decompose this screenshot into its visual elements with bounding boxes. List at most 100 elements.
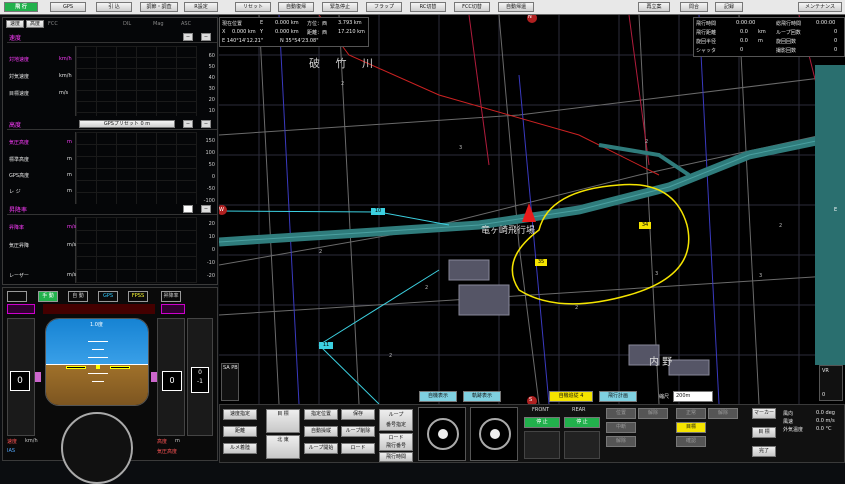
complete-button[interactable]: 完了	[752, 446, 776, 457]
grid-btn-pause[interactable]: 中断	[606, 422, 636, 433]
mode-manual[interactable]: 手 動	[38, 291, 58, 302]
r-settings-button[interactable]: R設定	[184, 2, 218, 12]
flight-plan-button[interactable]: 飛行計画	[599, 391, 637, 402]
wind-speed-label: 風速	[783, 419, 794, 425]
auto-return-button[interactable]: 自動復帰	[278, 2, 314, 12]
mode-fpss[interactable]: FPSS	[128, 291, 148, 302]
tab-mag[interactable]: Mag	[153, 21, 164, 27]
follow-aircraft-button[interactable]: 自機追従 4	[549, 391, 593, 402]
speed-readout: 0	[10, 371, 30, 391]
flight-time-label: 飛行時間	[696, 21, 717, 27]
waypoint-35[interactable]: 35	[535, 259, 547, 266]
vspeed-white-button[interactable]	[183, 205, 193, 213]
show-aircraft-button[interactable]: 自機表示	[419, 391, 457, 402]
target-side-button[interactable]: 目 標	[752, 427, 776, 438]
maintenance-button[interactable]: メンテナンス	[798, 2, 842, 12]
vspeed-graph	[75, 217, 197, 283]
speed-header: 速度 − −	[7, 32, 217, 43]
query-button[interactable]: 問合	[680, 2, 708, 12]
landing-button[interactable]: ルメ着陸	[223, 443, 257, 454]
tab-fcc[interactable]: FCC	[48, 21, 58, 27]
grid-btn-normal[interactable]: 正常	[676, 408, 706, 419]
replan-button[interactable]: 再立案	[638, 2, 670, 12]
tab-asc[interactable]: ASC	[181, 21, 191, 27]
tab-altitude[interactable]: 高度	[26, 20, 44, 28]
map-view[interactable]: 現在位置 E 0.000 km 方位：西 3.793 km X 0.000 km…	[219, 15, 845, 404]
distance-button[interactable]: 距離	[223, 426, 257, 437]
save-button[interactable]: 保存	[341, 409, 375, 420]
pfd-box	[7, 291, 27, 302]
ground-speed-unit: km/h	[59, 56, 72, 62]
altitude-bug	[151, 372, 157, 382]
baro-alt-unit: m	[67, 139, 72, 145]
vspeed-zoom-button[interactable]: −	[201, 205, 211, 213]
flight-time-button[interactable]: 飛行時間	[379, 452, 413, 462]
set-position-button[interactable]: 指定位置	[304, 409, 338, 420]
map-number: 2	[645, 139, 649, 145]
baro-alt-label: 気圧高度	[9, 140, 30, 146]
loop-start-button[interactable]: ループ開始	[304, 443, 338, 454]
map-number: 2	[341, 81, 345, 87]
top-toolbar: 飛 行 GPS 引 込 調節・調査 R設定 リセット 自動復帰 緊急停止 フラッ…	[0, 0, 845, 15]
waypoint-10[interactable]: 10	[371, 208, 385, 215]
waypoint-34[interactable]: 34	[639, 222, 651, 229]
gps-preset-button[interactable]: GPSプリセット 0 m	[79, 120, 175, 128]
flap-button[interactable]: フラップ	[366, 2, 402, 12]
northeast-button[interactable]: 北 東	[266, 435, 300, 459]
altitude-zoom-button[interactable]: −	[201, 120, 211, 128]
telemetry-panel: 速度 高度 FCC DIL Mag ASC 速度 − − 対地速度 km/h 対…	[2, 17, 218, 285]
grid-btn-release[interactable]: 解除	[638, 408, 668, 419]
shutter-label: シャッタ	[696, 48, 717, 54]
target-button[interactable]: 目 標	[266, 409, 300, 433]
left-joystick[interactable]	[418, 407, 466, 461]
speed-tape: 0	[7, 318, 35, 436]
speed-zoom-button[interactable]: −	[201, 33, 211, 41]
front-stop-button[interactable]: 停 止	[524, 417, 560, 428]
grid-btn-release-3[interactable]: 解除	[606, 436, 636, 447]
load-button[interactable]: ロード	[341, 443, 375, 454]
mode-gps[interactable]: GPS	[98, 291, 118, 302]
tab-dil[interactable]: DIL	[123, 21, 131, 27]
rear-stop-button[interactable]: 停 止	[564, 417, 600, 428]
flight-time: 0:00:00	[736, 20, 756, 26]
map-canvas[interactable]	[219, 15, 845, 404]
vspeed-title: 昇降率	[9, 207, 28, 214]
record-button[interactable]: 記録	[715, 2, 743, 12]
grid-btn-confirm[interactable]: 確認	[676, 436, 706, 447]
autopilot-button[interactable]: 自動操縦	[304, 426, 338, 437]
loop-delete-button[interactable]: ループ削除	[341, 426, 375, 437]
right-joystick[interactable]	[470, 407, 518, 461]
load-flight-button[interactable]: ロード 飛行番号	[379, 433, 413, 451]
compass-e: E	[834, 207, 838, 213]
pull-button[interactable]: 引 込	[96, 2, 132, 12]
grid-btn-release-2[interactable]: 解除	[708, 408, 738, 419]
flight-button[interactable]: 飛 行	[4, 2, 38, 12]
map-number: 3	[759, 273, 763, 279]
wind-dir-label: 風向	[783, 411, 794, 417]
loop-number-button[interactable]: ループ 番号指定	[379, 409, 413, 431]
gps-button[interactable]: GPS	[50, 2, 86, 12]
temp-label: 外気温度	[783, 427, 804, 433]
zoom-select[interactable]: 200m	[673, 391, 713, 402]
marker-button[interactable]: マーカー	[752, 408, 776, 419]
adjust-button[interactable]: 調節・調査	[140, 2, 178, 12]
auto-home-button[interactable]: 自動帰還	[498, 2, 534, 12]
reset-button[interactable]: リセット	[235, 2, 271, 12]
grid-btn-position[interactable]: 位置	[606, 408, 636, 419]
show-track-button[interactable]: 軌跡表示	[463, 391, 501, 402]
rear-gauge	[564, 431, 600, 459]
baro-climb-unit: m/s	[67, 242, 77, 248]
speed-set-button[interactable]: 速度指定	[223, 409, 257, 420]
fcc-switch-button[interactable]: FCC切替	[454, 2, 490, 12]
tab-speed[interactable]: 速度	[6, 20, 24, 28]
emergency-stop-button[interactable]: 緊急停止	[322, 2, 358, 12]
speed-tick: 60	[208, 53, 215, 59]
mode-auto[interactable]: 自 動	[68, 291, 88, 302]
altitude-minus-button[interactable]: −	[183, 120, 193, 128]
speed-minus-button[interactable]: −	[183, 33, 193, 41]
vs-tick: 20	[208, 221, 215, 227]
waypoint-11[interactable]: 11	[319, 342, 333, 349]
speed-label: 速度	[7, 439, 18, 445]
rc-switch-button[interactable]: RC切替	[410, 2, 446, 12]
grid-btn-target[interactable]: 目標	[676, 422, 706, 433]
